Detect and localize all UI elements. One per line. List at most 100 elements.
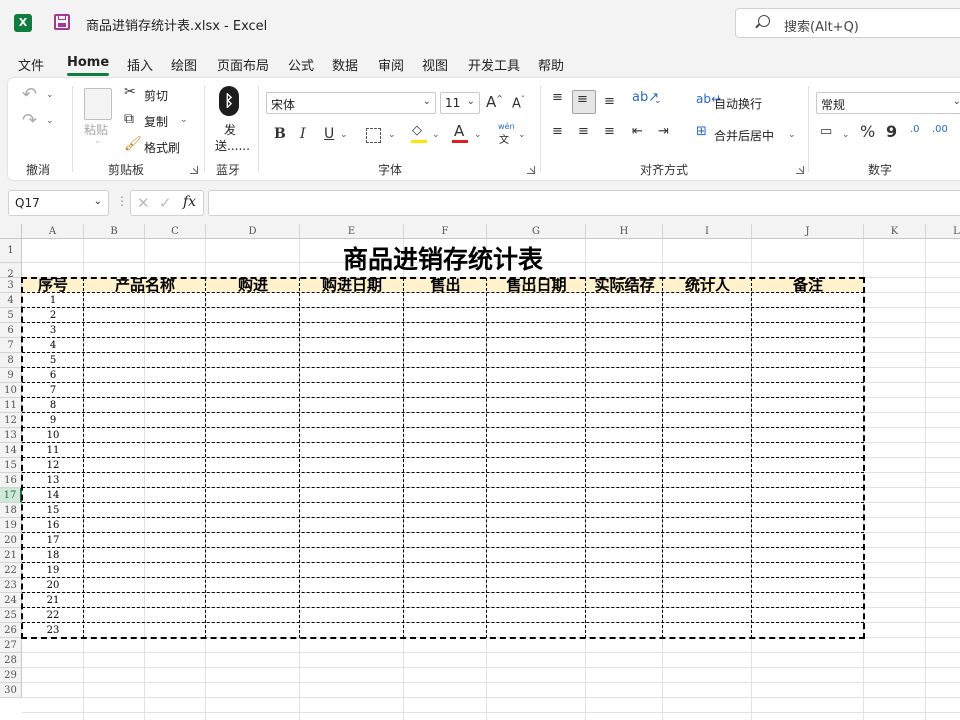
row-header-24[interactable]: 24 [0,593,22,608]
bluetooth-icon[interactable]: ᛒ [219,86,239,116]
copy-button[interactable]: 复制 [144,113,168,130]
copy-dropdown-icon[interactable]: ⌄ [180,115,188,125]
row-header-9[interactable]: 9 [0,368,22,383]
column-header-k[interactable]: K [864,224,926,239]
row-header-12[interactable]: 12 [0,413,22,428]
row-header-6[interactable]: 6 [0,323,22,338]
paste-icon[interactable] [84,88,112,120]
tab-draw[interactable]: 绘图 [171,55,197,74]
enter-icon[interactable]: ✓ [159,194,172,212]
underline-button[interactable]: U [324,126,334,142]
row-header-18[interactable]: 18 [0,503,22,518]
row-header-5[interactable]: 5 [0,308,22,323]
redo-icon[interactable]: ↷ [22,110,37,131]
tab-data[interactable]: 数据 [332,55,358,74]
decrease-indent-icon[interactable]: ⇤ [632,124,643,139]
tab-developer[interactable]: 开发工具 [468,55,520,74]
row-header-8[interactable]: 8 [0,353,22,368]
tab-insert[interactable]: 插入 [127,55,153,74]
tab-help[interactable]: 帮助 [538,55,564,74]
select-all-corner[interactable] [0,224,22,239]
column-header-a[interactable]: A [22,224,84,239]
cut-icon[interactable]: ✂ [124,84,136,100]
save-icon[interactable] [54,14,70,30]
font-launcher-icon[interactable] [527,166,535,174]
borders-dropdown-icon[interactable]: ⌄ [388,130,396,140]
row-header-23[interactable]: 23 [0,578,22,593]
tab-view[interactable]: 视图 [422,55,448,74]
row-header-26[interactable]: 26 [0,623,22,638]
fill-color-icon[interactable]: ◇ [412,123,422,138]
row-header-2[interactable]: 2 [0,263,22,280]
decrease-decimal-button[interactable]: .00 [932,124,948,135]
row-header-28[interactable]: 28 [0,653,22,668]
align-bottom-icon[interactable]: ≡ [604,94,615,109]
search-box[interactable]: 搜索(Alt+Q) [735,8,960,38]
alignment-launcher-icon[interactable] [796,166,804,174]
row-header-17[interactable]: 17 [0,488,22,503]
send-button-line1[interactable]: 发 [224,121,236,138]
row-header-13[interactable]: 13 [0,428,22,443]
comma-style-button[interactable]: 9 [886,122,897,141]
row-header-4[interactable]: 4 [0,293,22,308]
orientation-dropdown-icon[interactable]: ⌄ [654,96,662,106]
shrink-font-icon[interactable]: Aˇ [512,95,525,111]
column-header-c[interactable]: C [145,224,206,239]
format-painter-button[interactable]: 格式刷 [144,139,180,156]
phonetic-icon-top[interactable]: wén [498,122,515,131]
column-header-d[interactable]: D [206,224,300,239]
tab-file[interactable]: 文件 [18,55,44,74]
fill-color-dropdown-icon[interactable]: ⌄ [432,130,440,140]
cut-button[interactable]: 剪切 [144,87,168,104]
font-size-select[interactable]: 11 ⌄ [440,92,480,114]
tab-page-layout[interactable]: 页面布局 [217,55,269,74]
undo-dropdown-icon[interactable]: ⌄ [46,90,54,100]
align-left-icon[interactable]: ≡ [552,124,563,139]
accounting-format-icon[interactable]: ▭ [820,124,832,139]
align-center-icon[interactable]: ≡ [578,124,589,139]
copy-icon[interactable]: ⧉ [124,111,134,127]
column-header-l[interactable]: L [926,224,960,239]
column-header-i[interactable]: I [663,224,752,239]
row-header-15[interactable]: 15 [0,458,22,473]
column-header-f[interactable]: F [404,224,487,239]
row-header-11[interactable]: 11 [0,398,22,413]
row-header-22[interactable]: 22 [0,563,22,578]
column-header-e[interactable]: E [300,224,404,239]
undo-icon[interactable]: ↶ [22,84,37,105]
merge-center-button[interactable]: 合并后居中 [714,127,774,144]
column-header-g[interactable]: G [487,224,586,239]
row-header-25[interactable]: 25 [0,608,22,623]
italic-button[interactable]: I [300,126,306,142]
font-family-select[interactable]: 宋体 ⌄ [266,92,436,114]
row-header-30[interactable]: 30 [0,683,22,698]
grow-font-icon[interactable]: A^ [486,93,503,111]
font-color-dropdown-icon[interactable]: ⌄ [474,130,482,140]
row-header-7[interactable]: 7 [0,338,22,353]
font-color-icon[interactable]: A [454,122,464,140]
row-header-10[interactable]: 10 [0,383,22,398]
column-header-b[interactable]: B [84,224,145,239]
align-top-icon[interactable]: ≡ [552,90,563,105]
row-header-14[interactable]: 14 [0,443,22,458]
number-format-select[interactable]: 常规 ⌄ [816,92,960,114]
row-header-19[interactable]: 19 [0,518,22,533]
borders-icon[interactable] [366,128,381,143]
insert-function-icon[interactable]: fx [183,194,196,210]
row-header-20[interactable]: 20 [0,533,22,548]
tab-formulas[interactable]: 公式 [288,55,314,74]
column-header-h[interactable]: H [586,224,663,239]
increase-indent-icon[interactable]: ⇥ [658,124,669,139]
formula-input[interactable] [208,190,960,216]
worksheet-grid[interactable]: A B C D E F G H I J K L 1 2 3 4 5 6 7 8 9 10 11 12 13 14 15 16 17 18 1… [0,224,960,720]
tab-review[interactable]: 审阅 [378,55,404,74]
increase-decimal-button[interactable]: .0 [910,124,920,135]
paste-dropdown-icon[interactable]: ⌄ [94,136,102,146]
more-options-icon[interactable]: ⋮ [116,194,128,208]
row-header-27[interactable]: 27 [0,638,22,653]
merge-dropdown-icon[interactable]: ⌄ [788,130,796,140]
percent-style-button[interactable]: % [860,122,875,141]
bold-button[interactable]: B [274,126,286,142]
send-button-line2[interactable]: 送...... [215,137,250,154]
cancel-icon[interactable]: ✕ [137,194,150,212]
